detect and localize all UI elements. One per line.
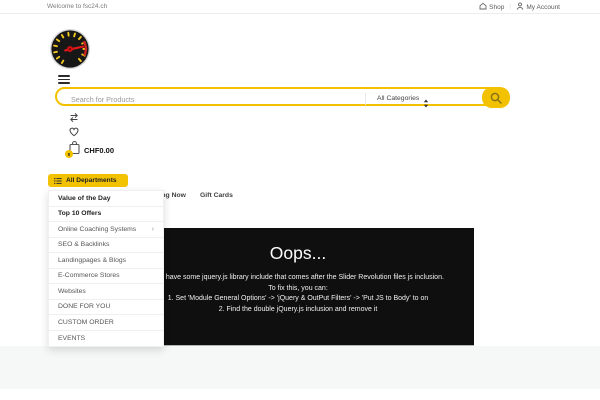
menu-item-label: E-Commerce Stores bbox=[58, 272, 120, 279]
mobile-menu-icon[interactable] bbox=[58, 75, 70, 86]
search-button[interactable] bbox=[482, 87, 510, 108]
error-line: 2. Find the double jQuery.js inclusion a… bbox=[218, 305, 378, 313]
nav-item-gift-cards[interactable]: Gift Cards bbox=[200, 192, 233, 199]
welcome-text: Welcome to fsc24.ch bbox=[47, 3, 108, 10]
search-bar: All Categories bbox=[55, 87, 510, 108]
menu-item-label: SEO & Backlinks bbox=[58, 241, 110, 248]
category-select[interactable]: All Categories bbox=[377, 95, 419, 102]
my-account-label: My Account bbox=[526, 3, 560, 11]
cart-count-badge: 0 bbox=[65, 150, 73, 158]
error-title: Oops... bbox=[269, 243, 327, 263]
menu-item-ecommerce-stores[interactable]: E-Commerce Stores bbox=[49, 269, 163, 284]
search-pill: All Categories bbox=[55, 87, 506, 108]
shop-link[interactable]: Shop bbox=[479, 2, 505, 12]
search-icon bbox=[490, 92, 502, 104]
menu-item-custom-order[interactable]: CUSTOM ORDER bbox=[49, 315, 163, 331]
menu-item-label: Landingpages & Blogs bbox=[58, 256, 127, 264]
error-message: You have some jquery.js library include … bbox=[152, 273, 444, 315]
menu-item-landingpages-blogs[interactable]: Landingpages & Blogs bbox=[49, 253, 163, 269]
menu-item-websites[interactable]: Websites bbox=[49, 284, 163, 300]
search-input[interactable] bbox=[69, 92, 353, 107]
error-line: You have some jquery.js library include … bbox=[152, 274, 444, 281]
page: Welcome to fsc24.ch Shop | My Account Se… bbox=[0, 0, 600, 400]
menu-item-label: Value of the Day bbox=[58, 194, 111, 202]
topbar-links: Shop | My Account bbox=[479, 2, 560, 12]
error-line: 1. Set 'Module General Options' -> 'jQue… bbox=[167, 295, 429, 303]
menu-item-label: DONE FOR YOU bbox=[58, 303, 111, 310]
menu-item-seo-backlinks[interactable]: SEO & Backlinks bbox=[49, 238, 163, 253]
site-logo-tachometer[interactable] bbox=[49, 28, 91, 70]
content-background bbox=[0, 346, 600, 389]
menu-item-label: EVENTS bbox=[58, 334, 86, 342]
menu-item-top-10-offers[interactable]: Top 10 Offers bbox=[49, 207, 163, 222]
category-divider bbox=[365, 93, 366, 105]
menu-item-label: Websites bbox=[58, 287, 86, 295]
menu-item-events[interactable]: EVENTS bbox=[49, 331, 163, 347]
all-departments-button[interactable]: All Departments bbox=[48, 174, 128, 187]
topbar-separator: | bbox=[509, 4, 511, 10]
user-icon bbox=[516, 2, 524, 12]
slider-error-panel: Oops... You have some jquery.js library … bbox=[122, 228, 474, 345]
menu-item-label: Top 10 Offers bbox=[58, 210, 102, 217]
select-arrows-icon[interactable] bbox=[423, 95, 429, 113]
shop-label: Shop bbox=[489, 3, 505, 11]
my-account-link[interactable]: My Account bbox=[516, 2, 560, 12]
menu-item-online-coaching-systems[interactable]: Online Coaching Systems › bbox=[49, 222, 163, 238]
menu-item-done-for-you[interactable]: DONE FOR YOU bbox=[49, 300, 163, 315]
all-departments-label: All Departments bbox=[66, 177, 117, 184]
menu-item-label: Online Coaching Systems bbox=[58, 225, 137, 233]
top-bar: Welcome to fsc24.ch Shop | My Account bbox=[0, 0, 600, 14]
submenu-chevron-icon: › bbox=[151, 225, 154, 233]
menu-item-label: CUSTOM ORDER bbox=[58, 318, 114, 326]
menu-item-value-of-the-day[interactable]: Value of the Day bbox=[49, 191, 163, 207]
departments-dropdown: Value of the Day Top 10 Offers Online Co… bbox=[48, 190, 164, 347]
shop-home-icon bbox=[479, 2, 487, 12]
cart-total[interactable]: CHF0.00 bbox=[84, 146, 114, 155]
departments-list-icon bbox=[54, 172, 62, 190]
error-line: To fix this, you can: bbox=[268, 284, 328, 292]
